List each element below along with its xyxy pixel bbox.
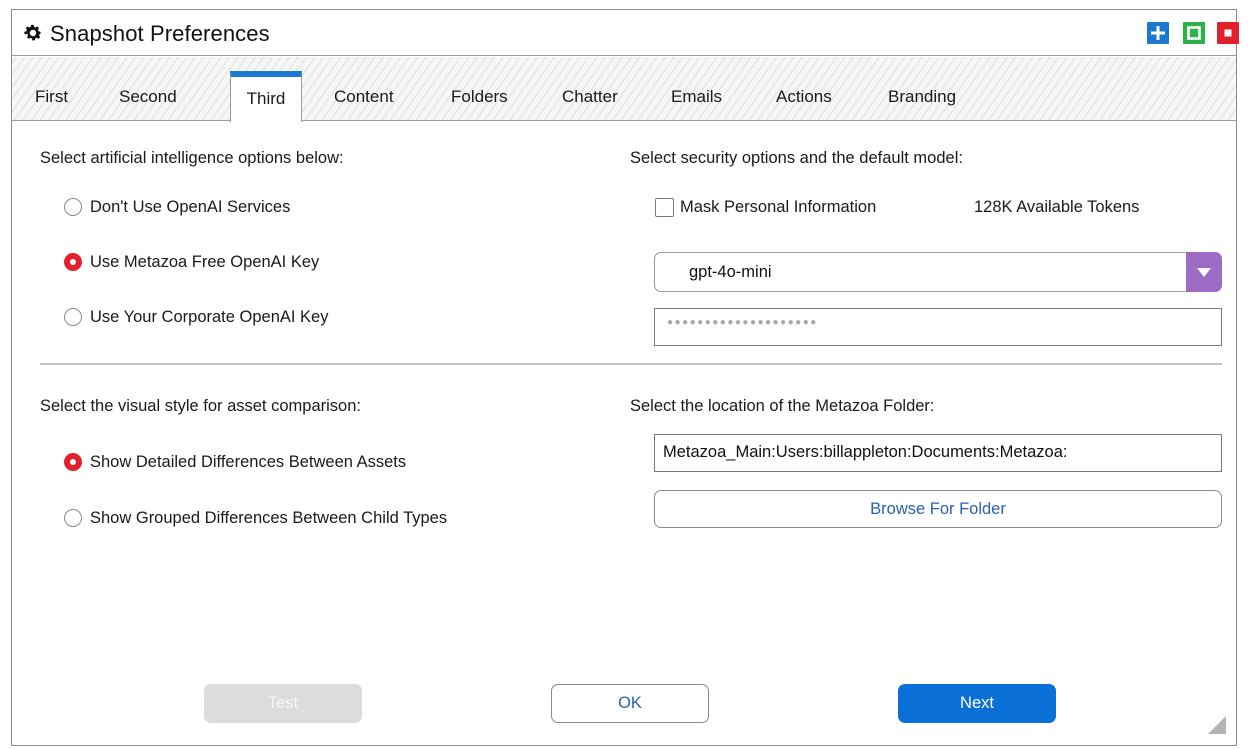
plus-icon xyxy=(1151,26,1165,40)
preferences-window: Snapshot Preferences First Second Third … xyxy=(11,9,1239,746)
tab-actions[interactable]: Actions xyxy=(776,87,832,107)
maximize-icon xyxy=(1187,26,1201,40)
radio-detailed-differences-label[interactable]: Show Detailed Differences Between Assets xyxy=(90,453,406,472)
security-heading: Select security options and the default … xyxy=(630,149,963,167)
tab-content[interactable]: Content xyxy=(334,87,394,107)
close-icon xyxy=(1224,29,1232,37)
tab-bar: First Second Third Content Folders Chatt… xyxy=(12,57,1236,122)
browse-folder-button[interactable]: Browse For Folder xyxy=(654,490,1222,528)
ai-heading: Select artificial intelligence options b… xyxy=(40,149,344,167)
tab-emails[interactable]: Emails xyxy=(671,87,722,107)
maximize-button[interactable] xyxy=(1183,22,1205,44)
tab-chatter[interactable]: Chatter xyxy=(562,87,618,107)
radio-corporate-key-label[interactable]: Use Your Corporate OpenAI Key xyxy=(90,308,328,327)
radio-detailed-differences[interactable] xyxy=(64,453,82,471)
folder-heading: Select the location of the Metazoa Folde… xyxy=(630,397,935,415)
next-button[interactable]: Next xyxy=(898,684,1056,723)
ok-button[interactable]: OK xyxy=(551,684,709,723)
radio-no-openai[interactable] xyxy=(64,198,82,216)
radio-metazoa-key[interactable] xyxy=(64,253,82,271)
window-title: Snapshot Preferences xyxy=(50,21,270,46)
radio-grouped-differences[interactable] xyxy=(64,509,82,527)
radio-grouped-differences-label[interactable]: Show Grouped Differences Between Child T… xyxy=(90,509,447,528)
model-select[interactable]: gpt-4o-mini xyxy=(654,252,1222,292)
available-tokens: 128K Available Tokens xyxy=(974,198,1140,216)
tab-third[interactable]: Third xyxy=(230,71,302,122)
tab-branding[interactable]: Branding xyxy=(888,87,956,107)
folder-path-value: Metazoa_Main:Users:billappleton:Document… xyxy=(663,443,1068,461)
section-divider xyxy=(40,363,1222,365)
visual-heading: Select the visual style for asset compar… xyxy=(40,397,361,415)
radio-metazoa-key-label[interactable]: Use Metazoa Free OpenAI Key xyxy=(90,253,319,272)
tab-second[interactable]: Second xyxy=(119,87,177,107)
close-button[interactable] xyxy=(1217,22,1239,44)
tab-panel-third: Select artificial intelligence options b… xyxy=(12,122,1236,746)
resize-grip-icon[interactable] xyxy=(1208,716,1226,734)
add-window-button[interactable] xyxy=(1147,22,1169,44)
model-select-value: gpt-4o-mini xyxy=(689,263,772,281)
test-button: Test xyxy=(204,684,362,723)
mask-personal-info-label[interactable]: Mask Personal Information xyxy=(680,198,876,217)
title-bar: Snapshot Preferences xyxy=(12,10,1239,56)
chevron-down-icon[interactable] xyxy=(1186,252,1222,292)
folder-path-field[interactable]: Metazoa_Main:Users:billappleton:Document… xyxy=(654,434,1222,472)
mask-personal-info-checkbox[interactable] xyxy=(655,198,674,217)
openai-key-field[interactable]: ●●●●●●●●●●●●●●●●●●●● xyxy=(654,308,1222,346)
openai-key-placeholder: ●●●●●●●●●●●●●●●●●●●● xyxy=(667,317,818,328)
tab-folders[interactable]: Folders xyxy=(451,87,508,107)
radio-no-openai-label[interactable]: Don't Use OpenAI Services xyxy=(90,198,290,217)
gear-icon xyxy=(24,24,42,41)
tab-first[interactable]: First xyxy=(35,87,68,107)
radio-corporate-key[interactable] xyxy=(64,308,82,326)
